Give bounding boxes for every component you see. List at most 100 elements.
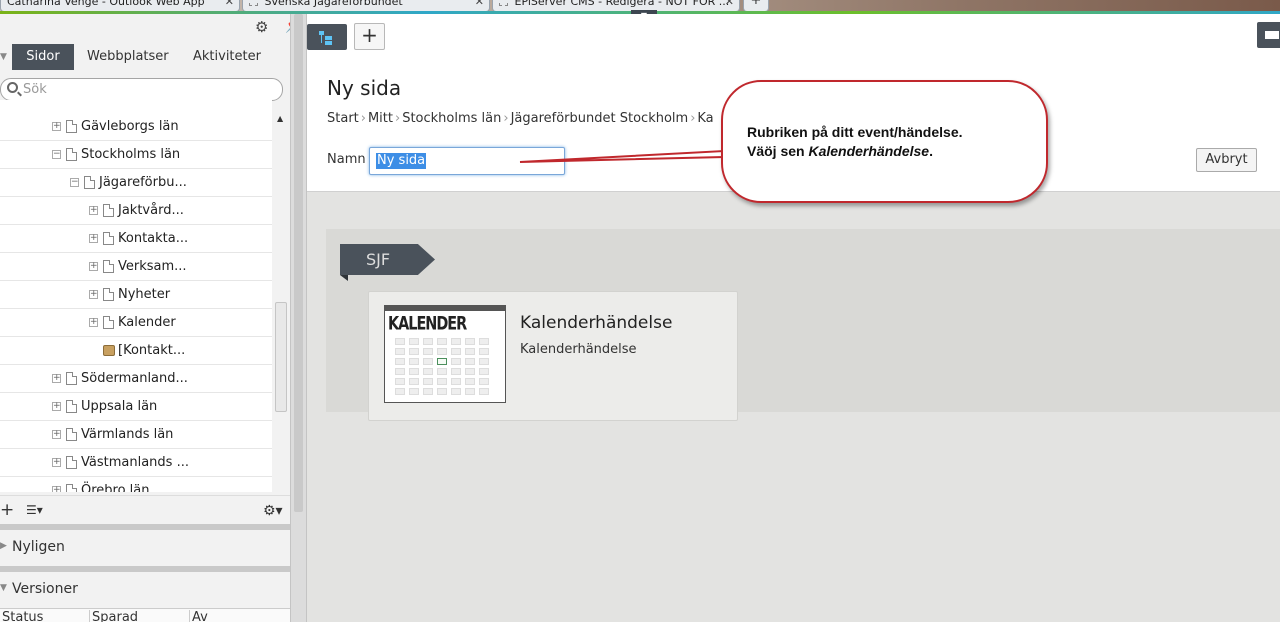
page-icon xyxy=(66,456,77,469)
tree-item-label: Örebro län xyxy=(81,483,150,492)
toggle-navigation-button[interactable] xyxy=(307,24,347,50)
toggle-assets-button[interactable] xyxy=(1257,22,1280,48)
scrollbar-thumb[interactable] xyxy=(294,14,303,512)
column-header-status[interactable]: Status xyxy=(0,610,90,622)
expand-icon[interactable]: + xyxy=(89,262,98,271)
close-icon[interactable]: ✕ xyxy=(475,0,484,10)
calendar-cell xyxy=(451,358,461,365)
calendar-cell xyxy=(479,368,489,375)
tree-item[interactable]: − Jägareförbu... xyxy=(0,169,272,197)
breadcrumb-item[interactable]: Jägareförbundet Stockholm xyxy=(511,111,689,126)
chevron-right-icon: ▶ xyxy=(0,541,7,551)
calendar-cell xyxy=(437,368,447,375)
calendar-cell xyxy=(423,358,433,365)
section-recent[interactable]: ▶ Nyligen xyxy=(0,534,290,562)
collapse-icon[interactable]: − xyxy=(70,178,79,187)
tree-item[interactable]: + Västmanlands ... xyxy=(0,449,272,477)
name-label: Namn xyxy=(327,152,366,167)
pane-splitter[interactable] xyxy=(290,14,307,622)
gear-icon[interactable]: ⚙▾ xyxy=(263,503,285,519)
category-tag-fold xyxy=(340,275,348,281)
close-icon[interactable]: ✕ xyxy=(225,0,234,10)
expand-icon[interactable]: + xyxy=(52,122,61,131)
expand-icon[interactable]: + xyxy=(52,374,61,383)
tree-scrollbar[interactable]: ▲ ▼ xyxy=(273,114,289,506)
expand-icon[interactable]: + xyxy=(89,290,98,299)
breadcrumb: Start › Mitt › Stockholms län › Jägareförbunde… xyxy=(327,111,714,126)
tab-aktiviteter[interactable]: Aktiviteter xyxy=(185,44,269,70)
expand-icon[interactable]: + xyxy=(89,234,98,243)
tree-item[interactable]: + Kalender xyxy=(0,309,272,337)
calendar-cell xyxy=(437,358,447,365)
page-type-card-kalenderhandelse[interactable]: KALENDER Kalenderhändelse Kalenderhändel… xyxy=(368,291,738,421)
expand-icon[interactable]: + xyxy=(52,430,61,439)
expand-icon[interactable]: + xyxy=(52,486,61,492)
tree-item[interactable]: − Stockholms län xyxy=(0,141,272,169)
calendar-cell xyxy=(479,338,489,345)
page-icon xyxy=(103,260,114,273)
gear-icon[interactable]: ⚙ xyxy=(255,19,271,35)
calendar-cell xyxy=(409,388,419,395)
tree-item[interactable]: [Kontakt... xyxy=(0,337,272,365)
section-versions[interactable]: ▼ Versioner xyxy=(0,576,290,604)
tree-item[interactable]: + Verksam... xyxy=(0,253,272,281)
calendar-cell xyxy=(409,338,419,345)
list-menu-icon[interactable]: ☰▾ xyxy=(26,504,48,518)
calendar-thumbnail: KALENDER xyxy=(384,305,506,403)
section-title: Versioner xyxy=(12,581,78,597)
scrollbar-thumb[interactable] xyxy=(275,302,287,412)
tree-item[interactable]: + Värmlands län xyxy=(0,421,272,449)
thumbnail-title: KALENDER xyxy=(388,312,467,334)
calendar-cell xyxy=(395,358,405,365)
breadcrumb-item[interactable]: Start xyxy=(327,111,359,126)
name-field[interactable]: Ny sida xyxy=(369,147,565,175)
expand-icon[interactable]: + xyxy=(52,458,61,467)
expand-icon[interactable]: + xyxy=(89,206,98,215)
annotation-callout: Rubriken på ditt event/händelse. Väöj se… xyxy=(721,80,1048,203)
breadcrumb-item[interactable]: Stockholms län xyxy=(402,111,501,126)
chevron-down-icon: ▼ xyxy=(0,52,7,62)
tab-sidor[interactable]: Sidor xyxy=(12,44,74,70)
calendar-cell xyxy=(437,388,447,395)
tree-item[interactable]: + Kontakta... xyxy=(0,225,272,253)
tree-item[interactable]: + Jaktvård... xyxy=(0,197,272,225)
pane-divider[interactable] xyxy=(0,524,290,530)
scroll-up-icon[interactable]: ▲ xyxy=(277,114,283,123)
thumbnail-header xyxy=(385,306,505,311)
calendar-cell xyxy=(479,348,489,355)
tree-item-label: [Kontakt... xyxy=(118,343,186,358)
add-button[interactable]: + xyxy=(354,23,385,50)
pane-divider[interactable] xyxy=(0,566,290,572)
tree-item[interactable]: + Nyheter xyxy=(0,281,272,309)
cancel-button[interactable]: Avbryt xyxy=(1196,148,1257,172)
breadcrumb-item[interactable]: Mitt xyxy=(368,111,393,126)
search-input[interactable] xyxy=(23,81,273,98)
expand-icon[interactable]: + xyxy=(52,402,61,411)
calendar-cell xyxy=(395,348,405,355)
chevron-right-icon: › xyxy=(395,111,401,126)
expand-icon[interactable]: + xyxy=(89,318,98,327)
tree-item[interactable]: + Uppsala län xyxy=(0,393,272,421)
column-header-av[interactable]: Av xyxy=(190,610,290,622)
chevron-right-icon: › xyxy=(360,111,366,126)
tree-item[interactable]: + Södermanland... xyxy=(0,365,272,393)
page-type-name: Kalenderhändelse xyxy=(520,313,673,333)
page-icon xyxy=(103,232,114,245)
breadcrumb-item[interactable]: Ka xyxy=(697,111,713,126)
tree-toolbar: + ☰▾ ⚙▾ xyxy=(0,495,290,525)
tree-item-label: Södermanland... xyxy=(81,371,188,386)
category-tag: SJF xyxy=(340,244,435,275)
calendar-cell xyxy=(465,348,475,355)
tree-item[interactable]: + Gävleborgs län xyxy=(0,113,272,141)
tab-webbplatser[interactable]: Webbplatser xyxy=(79,44,177,70)
search-field[interactable] xyxy=(0,78,283,101)
collapse-icon[interactable]: − xyxy=(52,150,61,159)
close-icon[interactable]: ✕ xyxy=(725,0,734,10)
calendar-cell xyxy=(409,378,419,385)
page-type-group: SJF KALENDER Kalenderhändelse Kalenderhä… xyxy=(326,229,1280,421)
tree-item[interactable]: + Örebro län xyxy=(0,477,272,492)
column-header-sparad[interactable]: Sparad xyxy=(90,610,190,622)
calendar-cell xyxy=(451,388,461,395)
add-page-button[interactable]: + xyxy=(0,502,14,520)
callout-emphasis: Kalenderhändelse xyxy=(808,143,930,159)
